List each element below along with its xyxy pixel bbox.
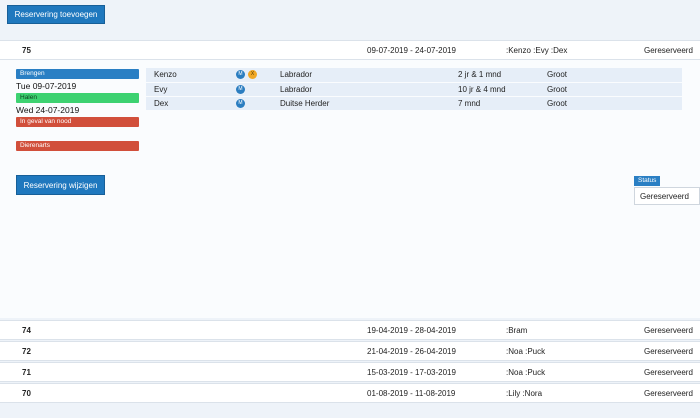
reservation-row[interactable]: 74 19-04-2019 - 28-04-2019 :Bram Gereservee… — [0, 320, 700, 340]
reservation-number: 75 — [22, 46, 31, 55]
reservation-row[interactable]: 70 01-08-2019 - 11-08-2019 :Lily :Nora Gere… — [0, 383, 700, 403]
reservation-status: Gereserveerd — [644, 368, 693, 377]
animal-icons: MX — [236, 68, 280, 82]
reservation-status: Gereserveerd — [644, 389, 693, 398]
reservation-dogs: :Noa :Puck — [506, 347, 546, 356]
pickup-label: Halen — [16, 93, 139, 103]
reservation-dates: 09-07-2019 - 24-07-2019 — [367, 46, 456, 55]
animal-name: Kenzo — [154, 70, 177, 80]
reservation-number: 71 — [22, 368, 31, 377]
reservation-dogs: :Noa :Puck — [506, 368, 546, 377]
animal-row: Kenzo M X Labrador 2 jr & 1 mnd Groot — [146, 68, 682, 82]
bring-date: Tue 09-07-2019 — [16, 81, 77, 91]
reservation-dogs: :Lily :Nora — [506, 389, 543, 398]
reservation-dates: 15-03-2019 - 17-03-2019 — [367, 368, 456, 377]
animal-size: Groot — [547, 84, 568, 94]
reservation-dogs: :Bram — [506, 326, 528, 335]
reservation-dates: 21-04-2019 - 26-04-2019 — [367, 347, 456, 356]
animal-age: 2 jr & 1 mnd — [458, 70, 502, 80]
animal-row: Evy M Labrador 10 jr & 4 mnd Groot — [146, 82, 682, 96]
reservation-detail-panel: Brengen Tue 09-07-2019 Halen Wed 24-07-2… — [0, 60, 700, 318]
animals-table: Kenzo M X Labrador 2 jr & 1 mnd Groot Evy M Labr… — [146, 68, 682, 111]
animal-breed: Duitse Herder — [280, 98, 330, 108]
male-icon[interactable]: M — [236, 84, 245, 94]
warning-icon[interactable]: X — [248, 70, 257, 80]
reservation-dates: 19-04-2019 - 28-04-2019 — [367, 326, 456, 335]
reservation-status: Gereserveerd — [644, 326, 693, 335]
status-select[interactable]: Gereserveerd — [634, 187, 700, 205]
animal-size: Groot — [547, 98, 568, 108]
animal-size: Groot — [547, 70, 568, 80]
animal-breed: Labrador — [280, 84, 313, 94]
reservation-row[interactable]: 71 15-03-2019 - 17-03-2019 :Noa :Puck Geres… — [0, 362, 700, 382]
emergency-contact-button[interactable]: In geval van nood — [16, 117, 139, 127]
pickup-date: Wed 24-07-2019 — [16, 105, 80, 115]
animal-breed: Labrador — [280, 70, 313, 80]
add-reservation-button[interactable]: Reservering toevoegen — [7, 5, 105, 24]
status-field-label: Status — [634, 176, 661, 186]
animal-age: 7 mnd — [458, 98, 481, 108]
edit-reservation-button[interactable]: Reservering wijzigen — [16, 175, 105, 195]
animal-name: Evy — [154, 84, 168, 94]
reservation-row[interactable]: 72 21-04-2019 - 26-04-2019 :Noa :Puck Geres… — [0, 341, 700, 361]
vet-button[interactable]: Dierenarts — [16, 141, 139, 151]
reservation-number: 74 — [22, 326, 31, 335]
animal-icons: M — [236, 96, 280, 110]
reservation-row-selected[interactable]: 75 09-07-2019 - 24-07-2019 :Kenzo :Evy :… — [0, 40, 700, 60]
animal-name: Dex — [154, 98, 169, 108]
reservation-number: 72 — [22, 347, 31, 356]
male-icon[interactable]: M — [236, 70, 245, 80]
reservation-dogs: :Kenzo :Evy :Dex — [506, 46, 568, 55]
male-icon[interactable]: M — [236, 98, 245, 108]
animal-icons: M — [236, 82, 280, 96]
reservation-dates: 01-08-2019 - 11-08-2019 — [367, 389, 456, 398]
bring-label: Brengen — [16, 69, 139, 79]
reservation-status: Gereserveerd — [644, 347, 693, 356]
animal-age: 10 jr & 4 mnd — [458, 84, 506, 94]
reservation-status: Gereserveerd — [644, 46, 693, 55]
reservation-number: 70 — [22, 389, 31, 398]
animal-row: Dex M Duitse Herder 7 mnd Groot — [146, 96, 682, 110]
